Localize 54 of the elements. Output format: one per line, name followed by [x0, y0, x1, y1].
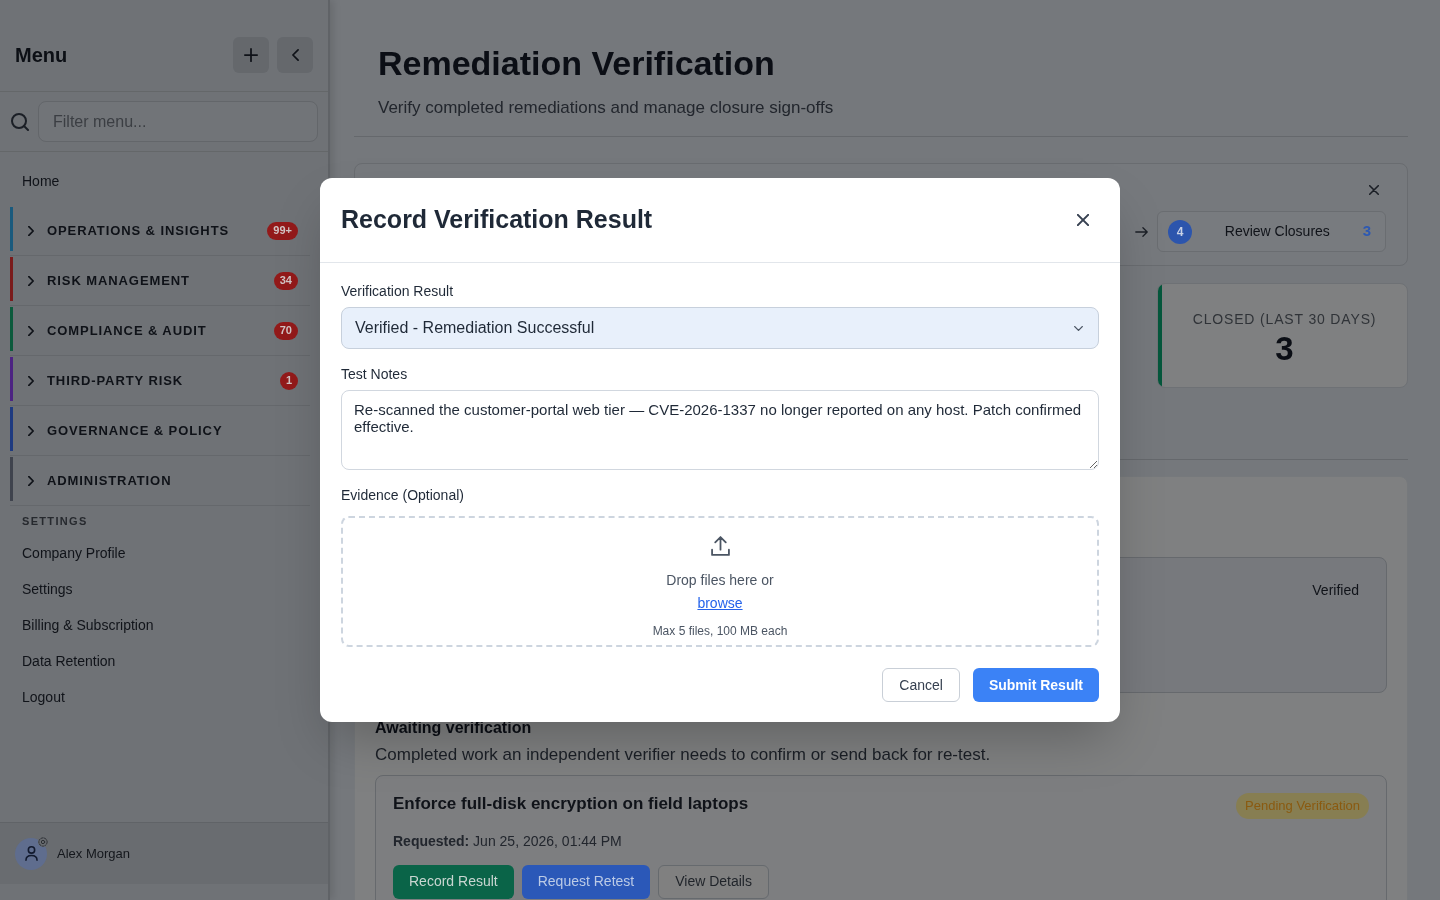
add-button[interactable] [233, 37, 269, 73]
upload-icon [710, 536, 730, 556]
section-description: Completed work an independent verifier needs to confirm or send back for re-test. [375, 744, 992, 766]
count-badge: 1 [279, 371, 298, 390]
section-heading: Awaiting verification [375, 718, 533, 738]
modal-title: Record Verification Result [341, 204, 653, 236]
requested-date: Requested: Jun 25, 2026, 01:44 PM [393, 831, 623, 851]
chevron-down-icon [1074, 325, 1083, 331]
count-badge: 99+ [267, 221, 298, 240]
chevron-left-icon [291, 49, 299, 61]
search-icon [11, 112, 29, 131]
cancel-button[interactable]: Cancel [882, 668, 960, 702]
file-dropzone[interactable]: Drop files here or browse Max 5 files, 100 MB each [341, 516, 1099, 647]
workflow-step[interactable]: 4 Review Closures 3 [1157, 211, 1386, 252]
field-label: Evidence (Optional) [341, 487, 465, 503]
item-title: Enforce full-disk encryption on field laptops [393, 793, 749, 815]
user-name: Alex Morgan [57, 844, 130, 863]
count-badge: 34 [273, 271, 298, 290]
arrow-right-icon [1135, 226, 1148, 237]
close-icon [1369, 185, 1379, 195]
collapse-sidebar-button[interactable] [277, 37, 313, 73]
notes-textarea[interactable]: Re-scanned the customer-portal web tier — CVE-2026-1337 no longer reported on any host. Patch confirmed effective. [341, 390, 1099, 470]
nav-group[interactable]: THIRD-PARTY RISK 1 [10, 356, 310, 406]
field-label: Test Notes [341, 366, 409, 382]
browse-link[interactable]: browse [697, 593, 743, 614]
section-heading: SETTINGS [21, 514, 89, 529]
dropzone-prompt: Drop files here or [666, 571, 774, 590]
page-subtitle: Verify completed remediations and manage closure sign-offs [378, 97, 835, 119]
avatar-icon [15, 837, 47, 870]
step-label: Review Closures [1223, 222, 1331, 241]
menu-title: Menu [15, 43, 68, 67]
dropzone-hint: Max 5 files, 100 MB each [652, 623, 788, 640]
stat-value: 3 [1275, 330, 1294, 368]
result-select[interactable]: Verified - Remediation Successful [341, 307, 1099, 349]
page-title: Remediation Verification [378, 43, 776, 83]
action-button[interactable]: View Details [658, 864, 769, 899]
step-number-badge: 4 [1168, 219, 1192, 244]
plus-icon [244, 48, 258, 62]
nav-group[interactable]: OPERATIONS & INSIGHTS 99+ [10, 206, 310, 256]
status-label: Verified [1312, 581, 1359, 600]
nav-group[interactable]: GOVERNANCE & POLICY [10, 406, 310, 456]
nav-group[interactable]: RISK MANAGEMENT 34 [10, 256, 310, 306]
stat-label: CLOSED (LAST 30 DAYS) [1192, 310, 1377, 329]
submit-button[interactable]: Submit Result [972, 668, 1099, 702]
count-badge: 70 [273, 321, 298, 340]
action-button[interactable]: Request Retest [521, 864, 651, 899]
field-label: Verification Result [341, 283, 455, 299]
nav-group[interactable]: ADMINISTRATION [10, 456, 310, 506]
nav-group[interactable]: COMPLIANCE & AUDIT 70 [10, 306, 310, 356]
step-count: 3 [1362, 221, 1372, 242]
gear-icon [38, 836, 48, 847]
close-icon [1077, 214, 1089, 226]
status-badge: Pending Verification [1236, 793, 1369, 819]
action-button[interactable]: Record Result [393, 864, 514, 899]
